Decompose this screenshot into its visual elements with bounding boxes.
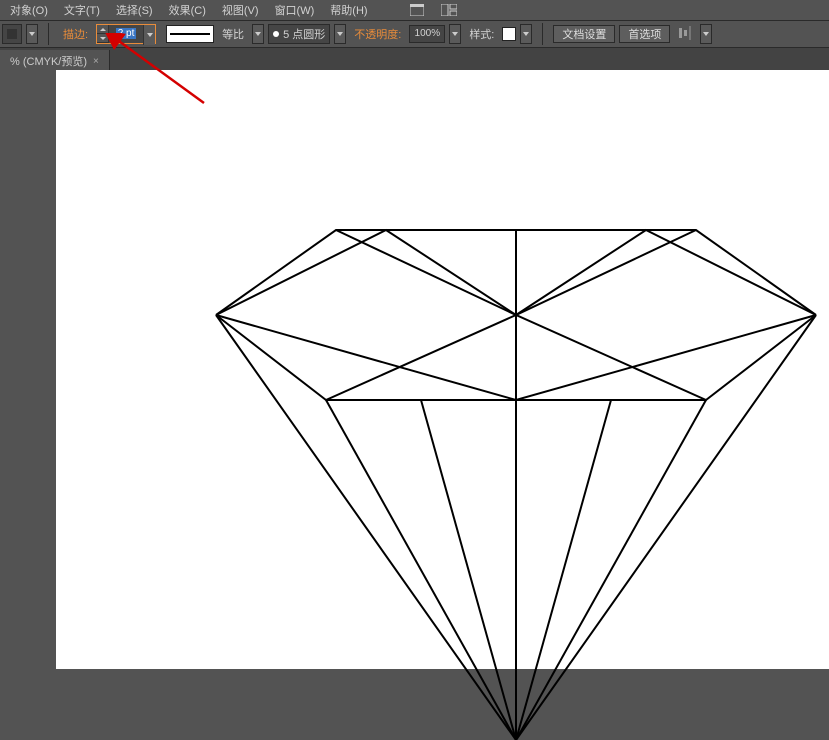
menu-view[interactable]: 视图(V)	[214, 0, 267, 20]
arrange-icon[interactable]	[438, 1, 460, 19]
menubar: 对象(O) 文字(T) 选择(S) 效果(C) 视图(V) 窗口(W) 帮助(H…	[0, 0, 829, 20]
style-dropdown[interactable]	[520, 24, 532, 44]
layout-icon[interactable]	[406, 1, 428, 19]
brush-dot-icon	[273, 31, 279, 37]
spinner-up[interactable]	[97, 25, 108, 34]
canvas-gutter	[0, 70, 56, 669]
brush-label: 5 点圆形	[283, 26, 325, 42]
document-tab[interactable]: % (CMYK/预览) ×	[0, 50, 110, 70]
opacity-input[interactable]: 100%	[409, 25, 445, 43]
brush-definition[interactable]: 5 点圆形	[268, 24, 330, 44]
menu-select[interactable]: 选择(S)	[108, 0, 161, 20]
document-tabbar: % (CMYK/预览) ×	[0, 48, 829, 70]
align-icon[interactable]	[678, 26, 696, 43]
menu-object[interactable]: 对象(O)	[2, 0, 56, 20]
canvas[interactable]	[56, 70, 829, 669]
stroke-dropdown[interactable]	[143, 25, 155, 45]
doc-setup-button[interactable]: 文档设置	[553, 25, 615, 43]
style-swatch[interactable]	[502, 27, 516, 41]
menu-effect[interactable]: 效果(C)	[161, 0, 214, 20]
stroke-profile[interactable]	[166, 25, 214, 43]
control-bar: 描边: 2 pt 等比 5 点圆形 不透明度: 100% 样式: 文档设置 首选…	[0, 20, 829, 48]
opacity-dropdown[interactable]	[449, 24, 461, 44]
profile-label: 等比	[218, 26, 248, 42]
stroke-label: 描边:	[59, 26, 92, 42]
separator	[48, 23, 49, 45]
spinner-down[interactable]	[97, 34, 108, 43]
close-icon[interactable]: ×	[93, 56, 99, 67]
profile-dropdown[interactable]	[252, 24, 264, 44]
stroke-weight-input[interactable]: 2 pt	[96, 24, 156, 44]
preferences-button[interactable]: 首选项	[619, 25, 670, 43]
menu-help[interactable]: 帮助(H)	[322, 0, 375, 20]
stroke-value[interactable]: 2 pt	[109, 25, 143, 43]
menu-type[interactable]: 文字(T)	[56, 0, 108, 20]
opacity-label: 不透明度:	[350, 26, 405, 42]
fill-dropdown[interactable]	[26, 24, 38, 44]
menu-window[interactable]: 窗口(W)	[267, 0, 323, 20]
style-label: 样式:	[465, 26, 498, 42]
separator	[542, 23, 543, 45]
fill-swatch-icon[interactable]	[2, 24, 22, 44]
diamond-artwork[interactable]	[206, 220, 826, 740]
align-dropdown[interactable]	[700, 24, 712, 44]
tab-title: % (CMYK/预览)	[10, 53, 87, 69]
brush-dropdown[interactable]	[334, 24, 346, 44]
stroke-spinner[interactable]	[97, 25, 109, 43]
